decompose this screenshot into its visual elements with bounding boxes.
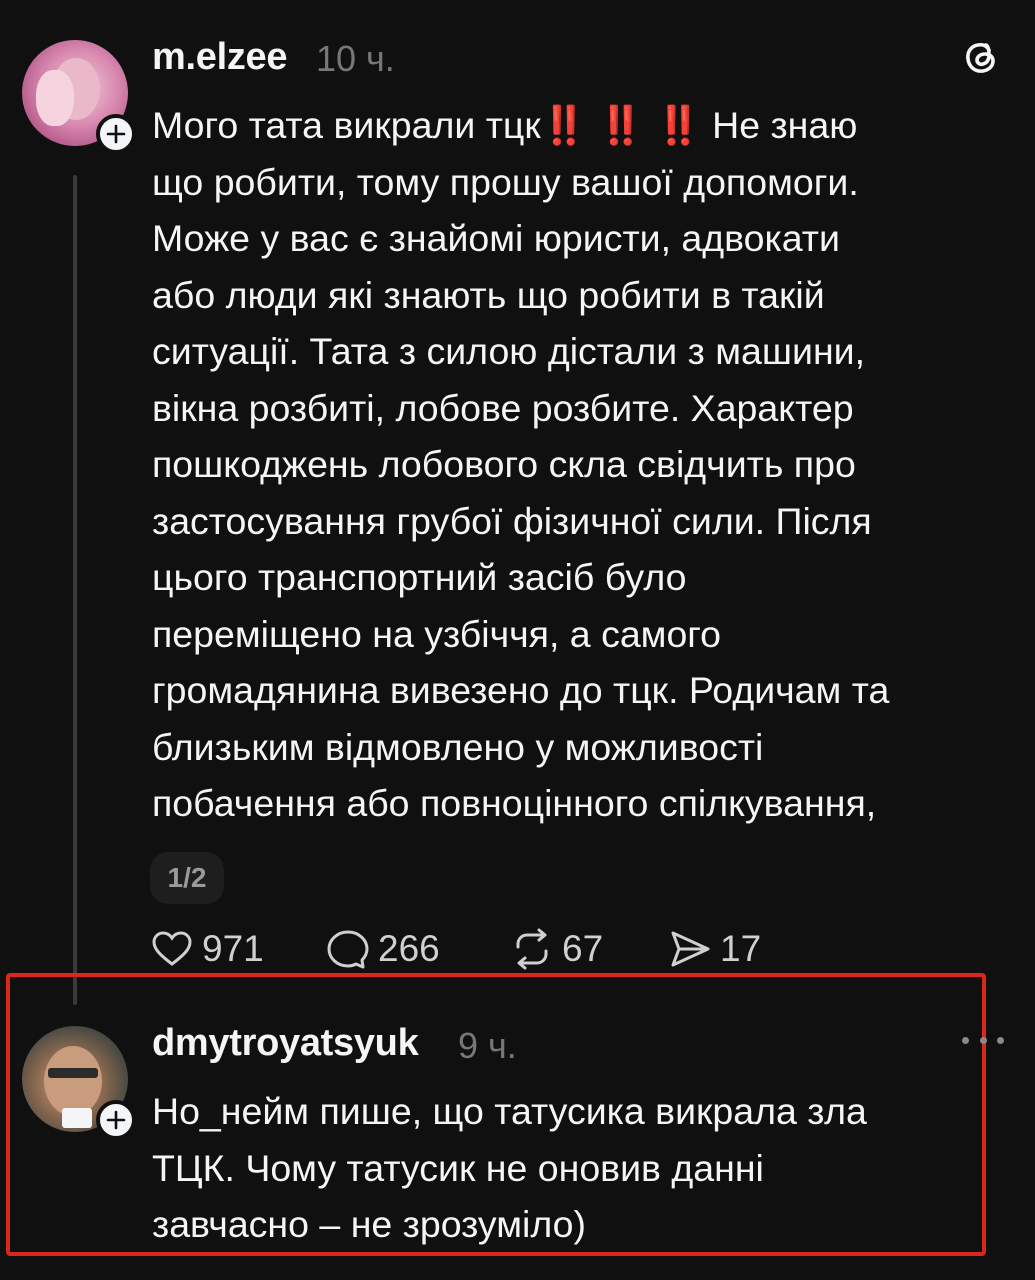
- post-line: Мого тата викрали тцк‼️ ‼️ ‼️ Не знаю: [152, 97, 1022, 154]
- threads-logo-icon[interactable]: [958, 36, 1004, 82]
- post-line: близьким відмовлено у можливості: [152, 725, 764, 768]
- post-line: переміщено на узбіччя, а самого: [152, 612, 722, 655]
- avatar-face: [44, 1046, 102, 1116]
- post-line: побачення або повноцінного спілкування,: [152, 782, 877, 824]
- avatar-glasses: [48, 1068, 98, 1078]
- reply-time: 9 ч.: [458, 1025, 517, 1066]
- share-icon: [671, 931, 710, 967]
- comment-count: 266: [378, 928, 440, 969]
- repost-icon: [516, 928, 548, 970]
- avatar-flag: [62, 1108, 92, 1128]
- comment-button[interactable]: 266: [326, 926, 440, 972]
- heart-icon: [152, 931, 192, 966]
- share-button[interactable]: 17: [668, 926, 761, 972]
- post-line: що робити, тому прошу вашої допомоги.: [152, 160, 859, 203]
- post-line: застосування грубої фізичної сили. Після: [152, 499, 872, 542]
- post-time: 10 ч.: [316, 38, 395, 79]
- repost-button[interactable]: 67: [510, 926, 603, 972]
- reply-line: Но_нейм пише, що татусика викрала зла: [152, 1090, 867, 1132]
- post-line-tail: Не знаю: [712, 104, 858, 146]
- repost-count: 67: [562, 928, 604, 969]
- share-count: 17: [720, 928, 762, 969]
- thread-line: [73, 175, 77, 1005]
- post-line: пошкоджень лобового скла свідчить про: [152, 443, 856, 485]
- like-count: 971: [202, 928, 264, 969]
- reply-username[interactable]: dmytroyatsyuk: [152, 1022, 419, 1065]
- follow-button[interactable]: [96, 1100, 136, 1140]
- post-line: ситуації. Тата з силою дістали з машини,: [152, 330, 866, 372]
- plus-icon: [106, 1110, 126, 1130]
- post-line: або люди які знають що робити в такій: [152, 273, 825, 316]
- avatar-hand: [36, 70, 74, 126]
- page-indicator: 1/2: [150, 852, 224, 904]
- post-line-text: Мого тата викрали тцк: [152, 104, 541, 146]
- like-button[interactable]: 971: [150, 926, 264, 972]
- reply-text: Но_нейм пише, що татусика викрала зла ТЦ…: [152, 1083, 1022, 1253]
- follow-button[interactable]: [96, 114, 136, 154]
- post-line: цього транспортний засіб було: [152, 556, 687, 598]
- reply-line: ТЦК. Чому татусик не оновив данні: [152, 1146, 764, 1189]
- reply-line: завчасно – не зрозуміло): [152, 1203, 587, 1245]
- post-line: Може у вас є знайомі юристи, адвокати: [152, 217, 840, 259]
- post-text: Мого тата викрали тцк‼️ ‼️ ‼️ Не знаю що…: [152, 97, 1022, 832]
- plus-icon: [106, 124, 126, 144]
- post-line: вікна розбиті, лобове розбите. Характер: [152, 386, 854, 429]
- post-line: громадянина вивезено до тцк. Родичам та: [152, 669, 890, 711]
- username[interactable]: m.elzee: [152, 36, 288, 79]
- double-exclamation-emoji: ‼️ ‼️ ‼️: [540, 104, 702, 146]
- more-icon[interactable]: [962, 1030, 1004, 1050]
- comment-icon: [327, 930, 369, 969]
